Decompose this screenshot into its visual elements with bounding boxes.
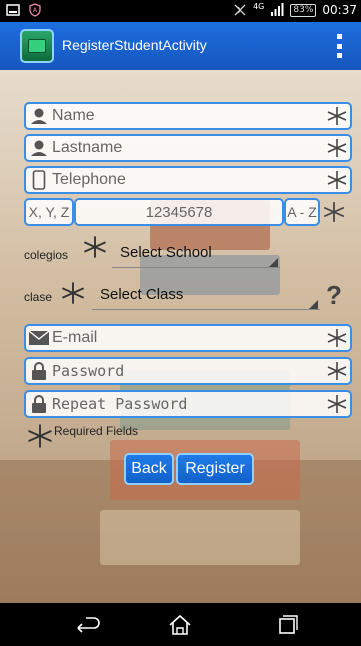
- repeat-password-input[interactable]: Repeat Password: [52, 395, 324, 413]
- action-bar: RegisterStudentActivity: [0, 22, 361, 70]
- battery-indicator: 83%: [290, 3, 317, 17]
- network-type: 4G: [253, 1, 265, 11]
- navigation-bar: [0, 603, 361, 646]
- name-input[interactable]: Name: [52, 107, 324, 125]
- required-star-icon: [82, 234, 108, 260]
- repeat-password-field[interactable]: Repeat Password: [24, 390, 352, 418]
- email-field[interactable]: E-mail: [24, 324, 352, 352]
- required-star-icon: [322, 200, 346, 224]
- home-icon[interactable]: [165, 613, 195, 637]
- required-star-icon: [60, 280, 86, 306]
- class-select-value: Select Class: [100, 286, 184, 303]
- shield-icon: A: [29, 3, 41, 17]
- school-select-value: Select School: [120, 244, 212, 261]
- recents-icon[interactable]: [272, 613, 302, 637]
- dropdown-arrow-icon: [309, 300, 318, 309]
- person-icon: [26, 104, 52, 128]
- id-prefix-input[interactable]: X, Y, Z: [24, 198, 74, 226]
- person-icon: [26, 136, 52, 160]
- screenshot-icon: [6, 4, 20, 16]
- status-bar: A 4G 83% 00:37: [0, 0, 361, 22]
- required-star-icon: [324, 167, 350, 193]
- phone-icon: [26, 168, 52, 192]
- svg-text:A: A: [33, 7, 38, 14]
- required-star-icon: [324, 325, 350, 351]
- register-button[interactable]: Register: [176, 453, 254, 485]
- back-button[interactable]: Back: [124, 453, 174, 485]
- signal-icon: [271, 3, 284, 16]
- school-label: colegios: [24, 248, 69, 262]
- id-number-input[interactable]: 12345678: [74, 198, 284, 226]
- mail-icon: [26, 326, 52, 350]
- back-icon[interactable]: [72, 613, 102, 637]
- required-star-icon: [324, 358, 350, 384]
- lastname-input[interactable]: Lastname: [52, 139, 324, 157]
- telephone-field[interactable]: Telephone: [24, 166, 352, 194]
- app-icon[interactable]: [20, 29, 54, 63]
- help-icon[interactable]: ?: [326, 280, 342, 311]
- lock-icon: [26, 359, 52, 383]
- overflow-menu-icon[interactable]: [337, 34, 343, 58]
- id-letter-input[interactable]: A - Z: [284, 198, 320, 226]
- class-select[interactable]: Select Class: [92, 280, 320, 312]
- email-input[interactable]: E-mail: [52, 329, 324, 347]
- required-star-icon: [26, 422, 54, 450]
- required-star-icon: [324, 103, 350, 129]
- class-label: clase: [24, 290, 53, 304]
- lock-icon: [26, 392, 52, 416]
- lastname-field[interactable]: Lastname: [24, 134, 352, 162]
- required-fields-note: Required Fields: [54, 424, 139, 438]
- school-select[interactable]: Select School: [112, 238, 280, 270]
- nfc-icon: [234, 4, 246, 16]
- required-star-icon: [324, 135, 350, 161]
- dropdown-arrow-icon: [269, 258, 278, 267]
- password-field[interactable]: Password: [24, 357, 352, 385]
- password-input[interactable]: Password: [52, 362, 324, 380]
- clock: 00:37: [322, 3, 357, 17]
- name-field[interactable]: Name: [24, 102, 352, 130]
- form-container: Name Lastname Telephone X, Y, Z 12345678…: [0, 70, 361, 603]
- telephone-input[interactable]: Telephone: [52, 171, 324, 189]
- app-title: RegisterStudentActivity: [62, 37, 207, 53]
- required-star-icon: [324, 391, 350, 417]
